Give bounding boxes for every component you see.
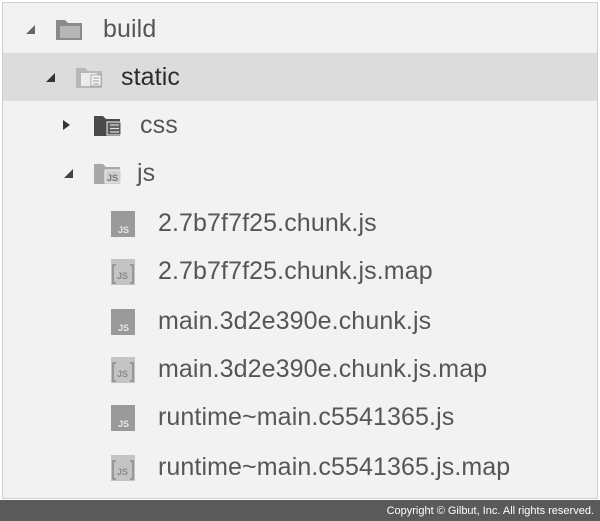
tree-item-label: build [103, 14, 157, 43]
file-item[interactable]: JS 2.7b7f7f25.chunk.js [3, 199, 597, 247]
tree-item-js[interactable]: JS js [3, 149, 597, 197]
js-file-icon: JS [110, 210, 136, 243]
map-file-icon: JS [110, 258, 138, 291]
caret-expanded-icon[interactable] [23, 22, 37, 36]
tree-item-build[interactable]: build [3, 5, 597, 53]
file-label: 2.7b7f7f25.chunk.js [158, 208, 377, 237]
file-label: main.3d2e390e.chunk.js [158, 306, 432, 335]
file-item[interactable]: JS main.3d2e390e.chunk.js [3, 297, 597, 345]
file-label: runtime~main.c5541365.js.map [158, 452, 511, 481]
tree-item-css[interactable]: css [3, 101, 597, 149]
folder-open-icon [75, 65, 105, 94]
js-folder-icon: JS [93, 161, 123, 190]
tree-item-label: js [137, 158, 156, 187]
folder-icon [55, 17, 83, 46]
tree-item-label: static [121, 62, 180, 91]
svg-text:JS: JS [107, 173, 118, 183]
svg-text:JS: JS [118, 225, 129, 235]
file-explorer-panel: build static css JS js JS 2.7b7f7f25.chu… [2, 2, 598, 499]
file-item[interactable]: JS runtime~main.c5541365.js [3, 393, 597, 441]
tree-item-static[interactable]: static [3, 53, 597, 101]
file-label: main.3d2e390e.chunk.js.map [158, 354, 488, 383]
svg-text:JS: JS [117, 271, 128, 281]
map-file-icon: JS [110, 356, 138, 389]
file-label: 2.7b7f7f25.chunk.js.map [158, 256, 433, 285]
svg-text:JS: JS [117, 467, 128, 477]
tree-item-label: css [140, 110, 178, 139]
file-item[interactable]: JS main.3d2e390e.chunk.js.map [3, 345, 597, 393]
file-label: runtime~main.c5541365.js [158, 402, 455, 431]
copyright-text: Copyright © Gilbut, Inc. All rights rese… [386, 504, 594, 517]
css-folder-icon [93, 113, 123, 142]
svg-text:JS: JS [118, 419, 129, 429]
svg-text:JS: JS [118, 323, 129, 333]
copyright-footer: Copyright © Gilbut, Inc. All rights rese… [0, 500, 600, 521]
caret-collapsed-icon[interactable] [59, 118, 73, 132]
js-file-icon: JS [110, 404, 136, 437]
js-file-icon: JS [110, 308, 136, 341]
map-file-icon: JS [110, 454, 138, 487]
file-item[interactable]: JS runtime~main.c5541365.js.map [3, 443, 597, 491]
caret-expanded-icon[interactable] [61, 166, 75, 180]
svg-text:JS: JS [117, 369, 128, 379]
file-item[interactable]: JS 2.7b7f7f25.chunk.js.map [3, 247, 597, 295]
caret-expanded-icon[interactable] [43, 70, 57, 84]
